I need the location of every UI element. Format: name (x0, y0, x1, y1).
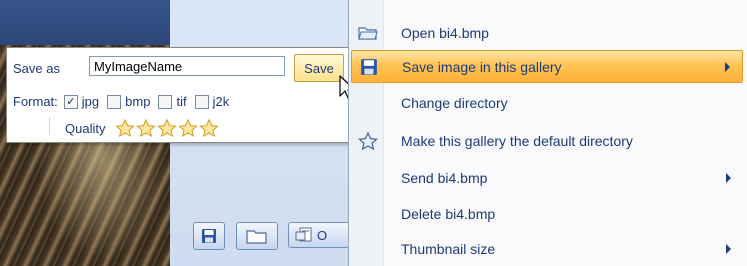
menu-item-save-image[interactable]: Save image in this gallery (351, 50, 743, 83)
star-icon[interactable] (136, 119, 157, 137)
menu-item-label: Make this gallery the default directory (401, 132, 633, 149)
submenu-arrow-icon (726, 172, 731, 183)
folder-open-icon (357, 22, 379, 44)
bmp-checkbox[interactable] (107, 94, 122, 109)
menu-item-label: Send bi4.bmp (401, 169, 488, 186)
properties-icon (295, 227, 312, 242)
tif-checkbox[interactable] (158, 94, 173, 109)
star-icon[interactable] (115, 119, 136, 137)
menu-item-change-directory[interactable]: Change directory (351, 86, 743, 119)
menu-item-label: Save image in this gallery (402, 58, 562, 75)
quality-row: Quality (49, 117, 220, 137)
menu-item-delete[interactable]: Delete bi4.bmp (351, 197, 743, 230)
menu-item-thumbnail-size[interactable]: Thumbnail size (351, 232, 743, 265)
context-menu: Open bi4.bmp Save image in this gallery … (348, 0, 747, 266)
save-icon (358, 56, 380, 78)
folder-icon (246, 230, 267, 244)
submenu-arrow-icon (726, 243, 731, 254)
menu-item-label: Thumbnail size (401, 240, 496, 257)
menu-item-label: Delete bi4.bmp (401, 205, 496, 222)
save-popup: Save as Save Format: ✓ jpg bmp tif j2k Q… (6, 47, 350, 143)
menu-item-open[interactable]: Open bi4.bmp (351, 16, 743, 49)
format-option-bmp[interactable]: bmp (107, 94, 150, 109)
format-option-j2k[interactable]: j2k (194, 94, 230, 109)
menu-item-label: Open bi4.bmp (401, 24, 489, 41)
quality-label: Quality (65, 120, 106, 136)
j2k-label: j2k (212, 94, 230, 109)
save-icon (202, 229, 216, 243)
toolbar-properties-button[interactable]: O (288, 222, 350, 248)
save-button[interactable]: Save (294, 54, 344, 82)
format-row: Format: ✓ jpg bmp tif j2k (13, 94, 237, 109)
quality-rating[interactable] (115, 119, 220, 137)
toolbar-save-button[interactable] (193, 222, 225, 250)
toolbar-open-folder-button[interactable] (236, 222, 278, 250)
image-thumbnail-top (0, 0, 170, 45)
jpg-label: jpg (81, 94, 100, 109)
save-as-label: Save as (13, 61, 60, 76)
star-icon (357, 130, 379, 152)
menu-item-label: Change directory (401, 94, 508, 111)
jpg-checkbox[interactable]: ✓ (63, 94, 78, 109)
j2k-checkbox[interactable] (194, 94, 209, 109)
star-icon[interactable] (199, 119, 220, 137)
format-label: Format: (13, 94, 58, 109)
bmp-label: bmp (125, 94, 151, 109)
menu-item-make-default[interactable]: Make this gallery the default directory (351, 124, 743, 157)
filename-input[interactable] (89, 56, 285, 76)
format-option-jpg[interactable]: ✓ jpg (63, 94, 100, 109)
submenu-arrow-icon (725, 61, 730, 72)
star-icon[interactable] (157, 119, 178, 137)
format-option-tif[interactable]: tif (158, 94, 187, 109)
quality-divider (49, 117, 50, 135)
star-icon[interactable] (178, 119, 199, 137)
tif-label: tif (176, 94, 187, 109)
menu-item-send[interactable]: Send bi4.bmp (351, 161, 743, 194)
toolbar-properties-label: O (317, 227, 328, 243)
